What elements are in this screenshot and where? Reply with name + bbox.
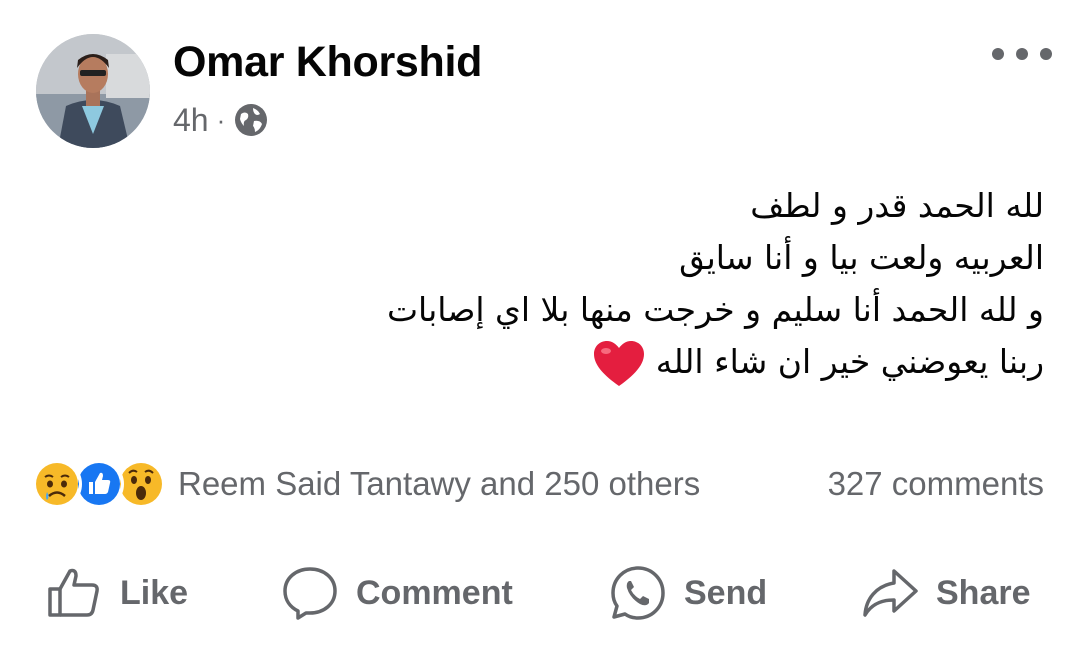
more-dot: [992, 48, 1004, 60]
more-options-icon[interactable]: [992, 44, 1052, 64]
sad-reaction-icon: [32, 459, 82, 509]
reaction-icons[interactable]: [32, 459, 166, 509]
share-label: Share: [936, 573, 1031, 612]
like-button[interactable]: Like: [44, 556, 188, 630]
post-action-bar: Like Comment Send Share: [0, 556, 1080, 630]
red-heart-icon: [592, 340, 646, 388]
author-avatar[interactable]: [36, 34, 150, 148]
share-button[interactable]: Share: [860, 556, 1031, 630]
comment-label: Comment: [356, 573, 513, 612]
whatsapp-icon: [611, 566, 665, 620]
post-text: لله الحمد قدر و لطف العربيه ولعت بيا و أ…: [184, 180, 1044, 388]
post-meta: 4h ·: [173, 100, 269, 140]
comment-bubble-icon: [283, 567, 337, 620]
reactors-summary[interactable]: Reem Said Tantawy and 250 others: [178, 465, 700, 503]
thumbs-up-icon: [48, 568, 99, 617]
send-button[interactable]: Send: [608, 556, 767, 630]
post-line: و لله الحمد أنا سليم و خرجت منها بلا اي …: [386, 290, 1044, 329]
post-line: لله الحمد قدر و لطف: [750, 186, 1044, 225]
post-line-last: ربنا يعوضني خير ان شاء الله: [184, 336, 1044, 388]
comment-button[interactable]: Comment: [280, 556, 513, 630]
send-label: Send: [684, 573, 768, 612]
post-time[interactable]: 4h: [173, 102, 209, 139]
meta-separator: ·: [216, 104, 226, 135]
more-dot: [1016, 48, 1028, 60]
more-dot: [1040, 48, 1052, 60]
post-line: ربنا يعوضني خير ان شاء الله: [655, 342, 1044, 381]
reactions-summary-row: Reem Said Tantawy and 250 others 327 com…: [32, 458, 1044, 510]
share-arrow-icon: [863, 569, 918, 617]
like-label: Like: [120, 573, 189, 612]
post-line: العربيه ولعت بيا و أنا سايق: [679, 238, 1044, 277]
comments-count[interactable]: 327 comments: [828, 465, 1044, 503]
author-name[interactable]: Omar Khorshid: [173, 38, 482, 87]
globe-icon: [233, 102, 269, 138]
